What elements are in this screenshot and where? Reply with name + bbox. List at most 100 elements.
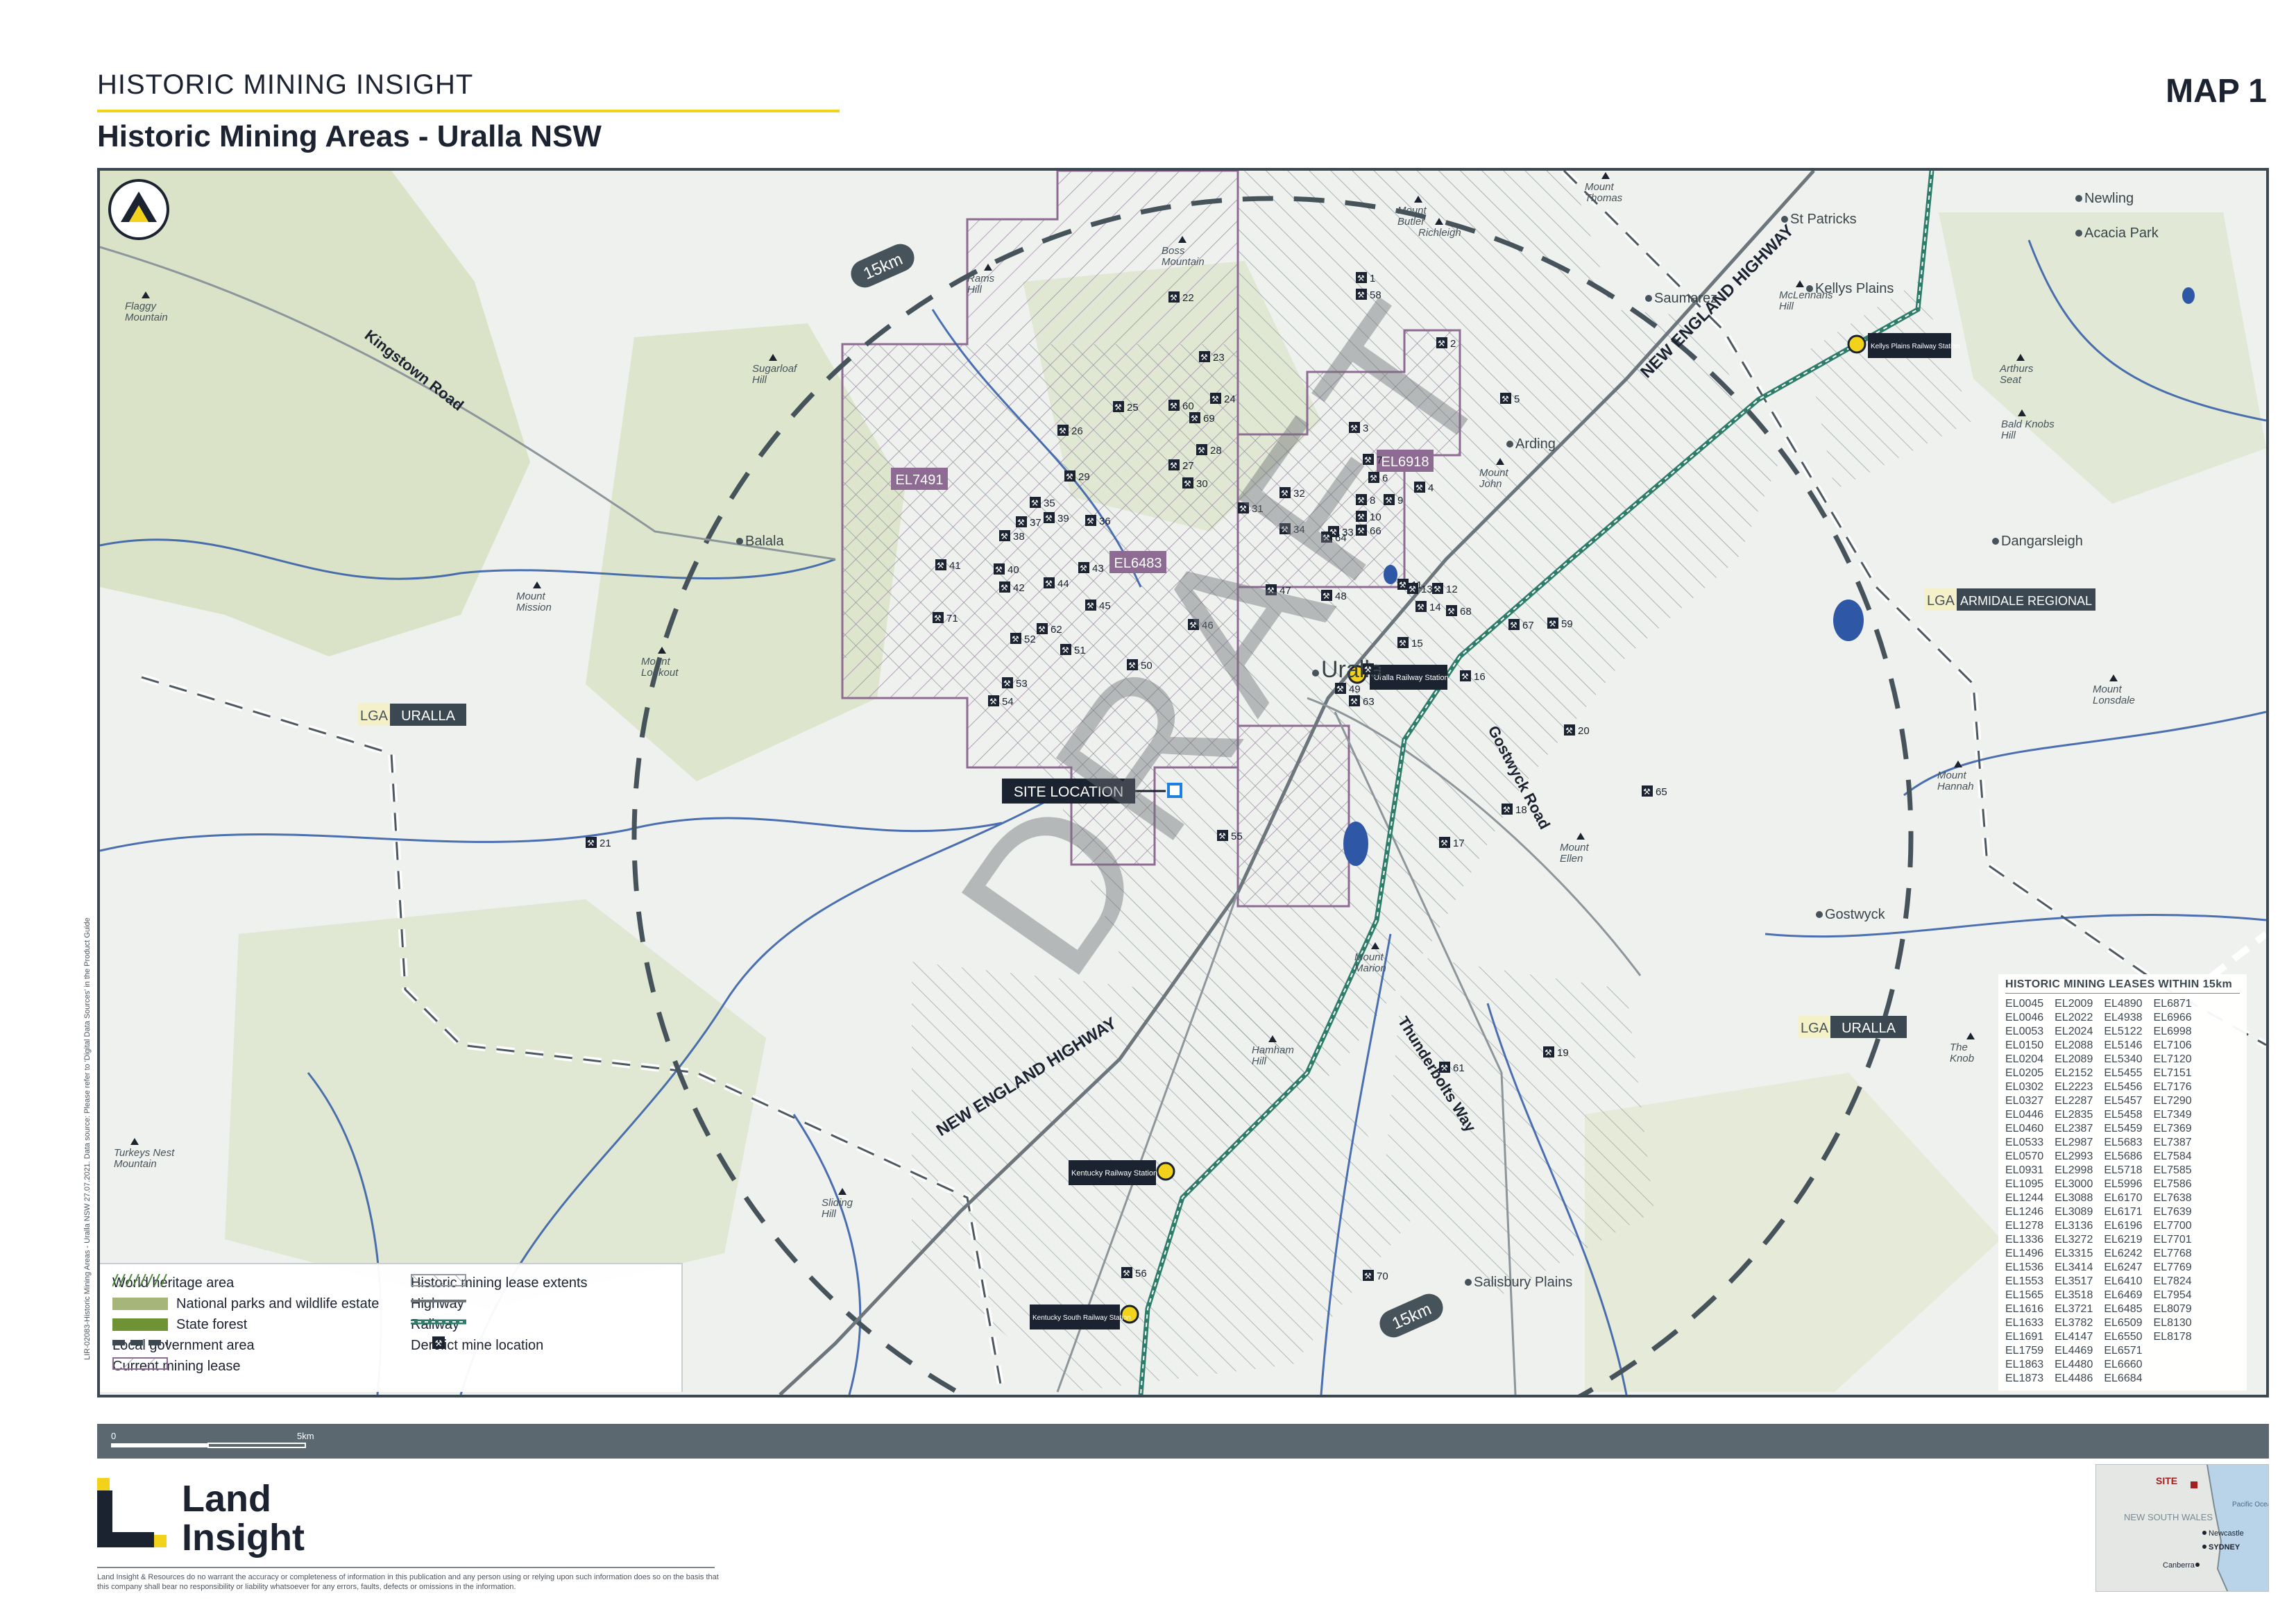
map-frame[interactable]: 15km 15km NEW ENGLAND HIGHWAY NEW ENGLAN… [97,168,2269,1397]
lease-id: EL2287 [2055,1095,2093,1107]
lease-id: EL7639 [2153,1206,2192,1218]
mine-glyph-icon: ⚒ [1399,638,1406,648]
lease-id: EL3782 [2055,1317,2093,1329]
town-label: Salisbury Plains [1474,1275,1572,1290]
mine-number: 61 [1453,1062,1465,1074]
svg-text:NEW SOUTH WALES: NEW SOUTH WALES [2124,1512,2213,1522]
lease-id: EL0046 [2005,1012,2044,1023]
lease-id: EL7586 [2153,1178,2192,1190]
mine-glyph-icon: ⚒ [1461,672,1469,681]
mine-number: 29 [1078,471,1090,483]
lease-id: EL3518 [2055,1289,2093,1301]
mine-number: 39 [1057,513,1069,525]
lease-id: EL2223 [2055,1081,2093,1093]
lease-id: EL2987 [2055,1137,2093,1148]
lease-id: EL7701 [2153,1234,2192,1246]
lease-id: EL7106 [2153,1039,2192,1051]
mine-number: 18 [1515,804,1527,816]
lease-id: EL2152 [2055,1067,2093,1079]
mine-number: 14 [1429,602,1441,613]
map-number: MAP 1 [2166,73,2267,110]
lease-id: EL7176 [2153,1081,2192,1093]
lease-id: EL0460 [2005,1123,2044,1135]
mine-number: 24 [1224,393,1236,405]
lease-id: EL6242 [2104,1248,2143,1259]
lease-id: EL2088 [2055,1039,2093,1051]
place-label: Hill [752,374,767,386]
mine-glyph-icon: ⚒ [1549,619,1556,629]
lease-column: EL4890 EL4938 EL5122 EL5146 EL5340 EL5455 EL54… [2104,998,2142,1384]
lease-id: EL6871 [2153,998,2192,1010]
lease-id: EL1633 [2005,1317,2044,1329]
svg-text:5km: 5km [297,1431,314,1441]
lga-label-armidale: LGA ARMIDALE REGIONAL [1925,588,2095,611]
mine-number: 68 [1460,606,1472,618]
town-dot-icon [1816,911,1823,918]
place-label: Seat [2000,374,2022,386]
place-label: Mount [1397,205,1427,216]
mine-number: 19 [1557,1047,1569,1059]
lease-id: EL8178 [2153,1331,2192,1343]
north-arrow-icon [108,179,169,240]
mine-glyph-icon: ⚒ [1114,402,1122,412]
lease-id: EL8130 [2153,1317,2192,1329]
town-dot-icon [1781,216,1788,223]
peak-icon [1966,1033,1975,1039]
highway-swatch-icon [411,1300,466,1302]
mine-glyph-icon: ⚒ [1066,472,1073,482]
ring-label-south: 15km [1379,1293,1443,1338]
lease-id: EL7151 [2153,1067,2192,1079]
mine-glyph-icon: ⚒ [1211,394,1219,404]
lease-id: EL1244 [2005,1192,2044,1204]
place-label: Flaggy [125,300,158,312]
svg-text:Kentucky Railway Station: Kentucky Railway Station [1071,1169,1157,1178]
town-dot-icon [1992,538,1999,545]
peak-icon [2109,674,2118,681]
lease-id: EL6550 [2104,1331,2143,1343]
lease-id: EL3517 [2055,1275,2093,1287]
mine-number: 37 [1030,517,1041,529]
mine-number: 42 [1013,582,1025,594]
lease-id: EL3088 [2055,1192,2093,1204]
lease-id: EL7584 [2153,1150,2192,1162]
lease-id: EL3089 [2055,1206,2093,1218]
scale-bar: 0 5km [111,1431,314,1448]
mine-glyph-icon: ⚒ [937,561,944,570]
report-kicker: HISTORIC MINING INSIGHT [97,69,474,100]
lease-id: EL5122 [2104,1026,2143,1037]
mine-glyph-icon: ⚒ [1080,563,1087,573]
mine-number: 25 [1127,402,1139,414]
mine-glyph-icon: ⚒ [1059,426,1066,436]
lease-id: EL4486 [2055,1373,2093,1384]
place-label: Bald Knobs [2001,418,2055,430]
mine-glyph-icon: ⚒ [1003,679,1011,688]
town-dot-icon [1465,1279,1472,1286]
svg-text:LGA: LGA [1927,593,1955,609]
legend-item-parks: National parks and wildlife estate [112,1295,379,1313]
lease-id: EL6469 [2104,1289,2143,1301]
mine-number: 54 [1002,696,1014,708]
lease-id: EL4938 [2104,1012,2143,1023]
lease-id: EL7700 [2153,1220,2192,1232]
place-label: Hamham [1252,1044,1294,1056]
legend-item-current-lease: Current mining lease [112,1357,241,1374]
mine-glyph-icon: ⚒ [1440,838,1448,848]
place-label: Sugarloaf [752,363,798,375]
lease-id: EL7954 [2153,1289,2192,1301]
lease-id: EL5683 [2104,1137,2143,1148]
mine-glyph-icon: ⚒ [995,565,1003,575]
lease-column: EL0045 EL0046 EL0053 EL0150 EL0204 EL0205 EL03… [2005,998,2043,1384]
svg-text:LGA: LGA [360,708,389,724]
mine-glyph-icon: ⚒ [1545,1048,1552,1057]
page: HISTORIC MINING INSIGHT Historic Mining … [0,0,2296,1623]
svg-text:SYDNEY: SYDNEY [2209,1543,2240,1552]
lease-id: EL5459 [2104,1123,2143,1135]
lease-id: EL7349 [2153,1109,2192,1121]
mine-number: 67 [1522,620,1534,631]
lease-id: EL6170 [2104,1192,2143,1204]
town-dot-icon [2075,195,2082,202]
lease-id: EL3136 [2055,1220,2093,1232]
lease-id: EL0150 [2005,1039,2044,1051]
place-label: Mount [516,590,546,602]
mine-glyph-icon: ⚒ [1503,805,1511,815]
